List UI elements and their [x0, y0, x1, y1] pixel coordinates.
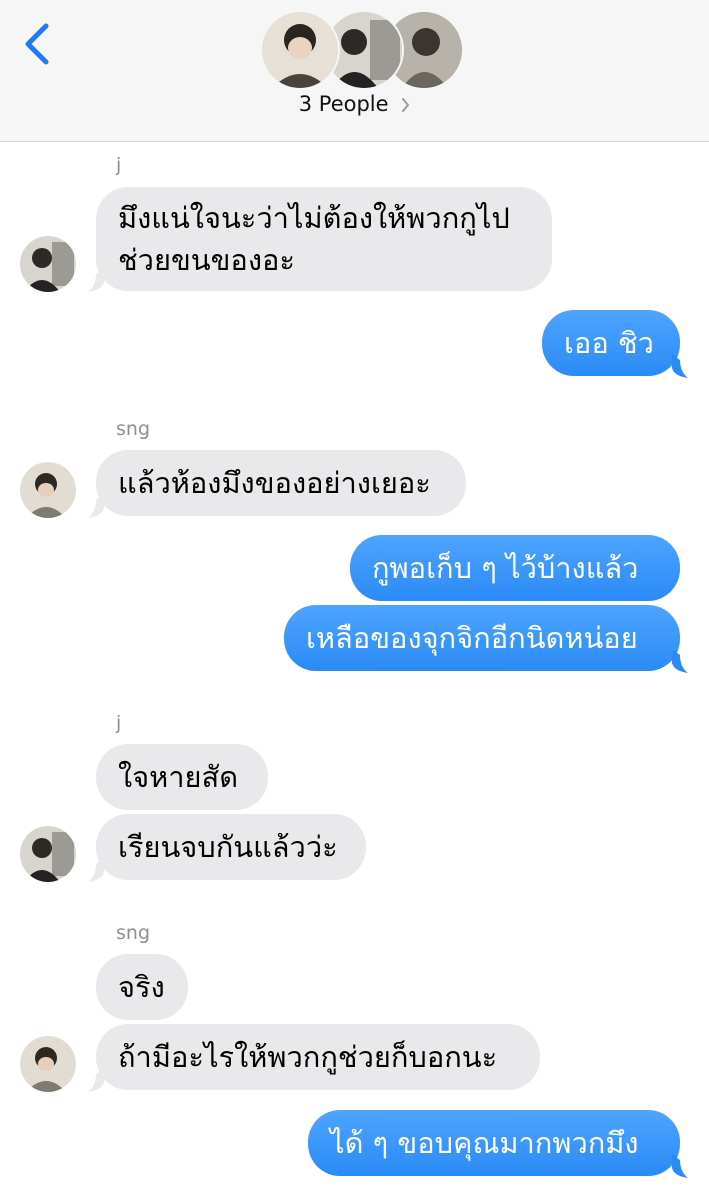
message-text: ได้ ๆ ขอบคุณมากพวกมึง	[330, 1126, 639, 1160]
avatar-j[interactable]	[20, 826, 76, 882]
incoming-message-bubble[interactable]: ถ้ามีอะไรให้พวกกูช่วยก็บอกนะ	[96, 1024, 540, 1090]
incoming-message-bubble[interactable]: จริง	[96, 954, 188, 1020]
message-text: เหลือของจุกจิกอีกนิดหน่อย	[306, 621, 638, 655]
outgoing-message-bubble[interactable]: กูพอเก็บ ๆ ไว้บ้างแล้ว	[350, 535, 680, 601]
sender-name: sng	[116, 922, 151, 944]
incoming-message-bubble[interactable]: แล้วห้องมึงของอย่างเยอะ	[96, 450, 466, 516]
avatar-photo-icon[interactable]	[260, 10, 340, 90]
bubble-tail-icon	[672, 354, 688, 378]
back-chevron-icon[interactable]	[22, 22, 54, 66]
bubble-tail-icon	[88, 1068, 104, 1092]
sender-name: sng	[116, 418, 151, 440]
message-text: กูพอเก็บ ๆ ไว้บ้างแล้ว	[372, 551, 639, 585]
message-text: ถ้ามีอะไรให้พวกกูช่วยก็บอกนะ	[118, 1040, 498, 1074]
message-text: เออ ชิว	[564, 326, 654, 360]
incoming-message-bubble[interactable]: ใจหายสัด	[96, 744, 268, 810]
message-text: แล้วห้องมึงของอย่างเยอะ	[118, 466, 431, 500]
participants-label[interactable]: 3 People	[0, 92, 709, 116]
bubble-tail-icon	[672, 1154, 688, 1178]
avatar-sng[interactable]	[20, 1036, 76, 1092]
message-text: เรียนจบกันแล้วว่ะ	[118, 830, 338, 864]
outgoing-message-bubble[interactable]: เออ ชิว	[542, 310, 680, 376]
outgoing-message-bubble[interactable]: ได้ ๆ ขอบคุณมากพวกมึง	[308, 1110, 680, 1176]
outgoing-message-bubble[interactable]: เหลือของจุกจิกอีกนิดหน่อย	[284, 605, 680, 671]
sender-name: j	[116, 154, 122, 176]
message-text: ช่วยขนของอะ	[118, 243, 296, 277]
avatar-sng[interactable]	[20, 462, 76, 518]
chevron-right-icon	[402, 98, 410, 112]
bubble-tail-icon	[88, 494, 104, 518]
message-text: จริง	[118, 970, 165, 1004]
bubble-tail-icon	[88, 268, 104, 292]
avatar-j[interactable]	[20, 236, 76, 292]
message-text: ใจหายสัด	[118, 760, 239, 794]
message-text: มึงแน่ใจนะว่าไม่ต้องให้พวกกูไป	[118, 201, 510, 235]
participant-avatars[interactable]	[260, 10, 464, 90]
sender-name: j	[116, 712, 122, 734]
bubble-tail-icon	[672, 649, 688, 673]
conversation-header: 3 People	[0, 0, 709, 142]
bubble-tail-icon	[88, 858, 104, 882]
incoming-message-bubble[interactable]: มึงแน่ใจนะว่าไม่ต้องให้พวกกูไป ช่วยขนของ…	[96, 187, 552, 291]
incoming-message-bubble[interactable]: เรียนจบกันแล้วว่ะ	[96, 814, 366, 880]
